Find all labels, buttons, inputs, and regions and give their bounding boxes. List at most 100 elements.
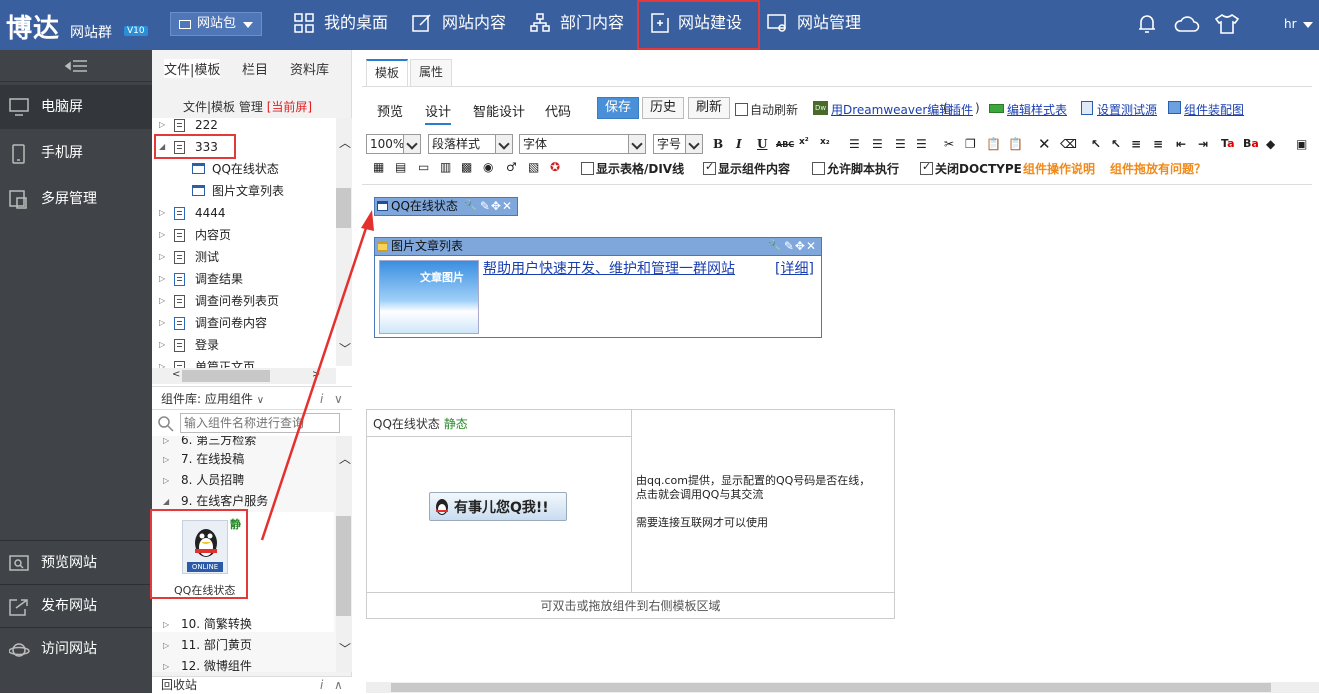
nav-my-desktop[interactable]: 我的桌面	[294, 0, 388, 50]
font-select[interactable]: 字体	[519, 134, 646, 154]
cut-icon[interactable]: ✂	[944, 137, 954, 151]
text-color-icon[interactable]: Ta	[1221, 137, 1235, 150]
copy-icon[interactable]: ❐	[965, 137, 976, 151]
tab-column[interactable]: 栏目	[242, 59, 268, 78]
tree-item[interactable]: ▷ 调查问卷列表页	[152, 290, 338, 312]
cloud-icon[interactable]	[1174, 13, 1200, 35]
nav-dept-content[interactable]: 部门内容	[530, 0, 624, 50]
article-more-link[interactable]: [详细]	[775, 258, 814, 278]
tree-item-qq-status[interactable]: QQ在线状态	[152, 158, 338, 180]
editor-h-scrollbar[interactable]	[366, 682, 1319, 693]
component-scrollbar[interactable]: ︿ ﹀	[336, 436, 352, 672]
image-icon[interactable]: ▣	[1296, 137, 1307, 151]
nav-site-manage[interactable]: 网站管理	[767, 0, 861, 50]
scroll-thumb[interactable]	[336, 188, 351, 228]
align-justify-icon[interactable]: ☰	[916, 137, 927, 151]
tree-item[interactable]: ▷ 登录	[152, 334, 338, 356]
underline-icon[interactable]: U	[757, 137, 767, 151]
component-drag-help-link[interactable]: 组件拖放有问题？	[1110, 160, 1206, 177]
insert-table-icon[interactable]: ▦	[373, 160, 384, 174]
mode-code[interactable]: 代码	[545, 101, 571, 120]
info-icon[interactable]: i	[320, 387, 323, 411]
sidebar-item-mobile-screen[interactable]: 手机屏	[0, 131, 152, 175]
scroll-thumb[interactable]	[336, 516, 351, 616]
chevron-up-icon[interactable]: ︿	[339, 134, 351, 151]
paste-text-icon[interactable]: 📋	[1008, 137, 1023, 151]
bold-icon[interactable]: B	[713, 137, 723, 151]
list-item[interactable]: ▷ 12. 微博组件	[152, 656, 338, 672]
chevron-up-icon[interactable]: ∧	[334, 677, 343, 694]
widget-tools[interactable]: 🔧✎✥✕	[768, 238, 817, 255]
pointer-icon[interactable]: ↖	[1091, 137, 1101, 151]
article-title-link[interactable]: 帮助用户快速开发、维护和管理一群网站	[483, 258, 735, 278]
sidebar-item-desktop-screen[interactable]: 电脑屏	[0, 85, 152, 129]
save-button[interactable]: 保存	[597, 97, 640, 119]
article-thumbnail[interactable]: 文章图片	[379, 260, 479, 334]
tree-item[interactable]: ▷ 测试	[152, 246, 338, 268]
bell-icon[interactable]	[1137, 13, 1157, 35]
history-button[interactable]: 历史	[642, 97, 685, 119]
sidebar-item-preview-site[interactable]: 预览网站	[0, 541, 152, 585]
insert-media-icon[interactable]: ▩	[461, 160, 472, 174]
tree-h-scrollbar[interactable]: < >	[152, 368, 336, 384]
italic-icon[interactable]: I	[736, 137, 742, 151]
tree-scrollbar[interactable]: ︿ ﹀	[336, 118, 352, 366]
widget-tools[interactable]: 🔧✎✥✕	[464, 198, 513, 215]
nav-site-build[interactable]: 网站建设	[637, 0, 760, 50]
sidebar-item-multi-screen[interactable]: 多屏管理	[0, 177, 152, 221]
align-center-icon[interactable]: ☰	[872, 137, 883, 151]
list-item[interactable]: ▷ 11. 部门黄页	[152, 635, 338, 656]
tree-item-image-list[interactable]: 图片文章列表	[152, 180, 338, 202]
user-name[interactable]: hr	[1284, 17, 1297, 31]
ordered-list-icon[interactable]: ≡	[1131, 137, 1141, 151]
superscript-icon[interactable]: x²	[799, 137, 809, 147]
set-test-source-link[interactable]: 设置测试源	[1097, 101, 1157, 118]
insert-special-icon[interactable]: ✪	[550, 160, 560, 174]
close-doctype-checkbox[interactable]: 关闭DOCTYPE	[920, 160, 1022, 177]
paragraph-style-select[interactable]: 段落样式	[428, 134, 513, 154]
font-size-select[interactable]: 字号	[653, 134, 703, 154]
component-map-link[interactable]: 组件装配图	[1184, 101, 1244, 118]
tree-item[interactable]: ▷ 4444	[152, 202, 338, 224]
insert-globe-icon[interactable]: ◉	[483, 160, 493, 174]
sidebar-item-publish-site[interactable]: 发布网站	[0, 584, 152, 628]
bg-color-icon[interactable]: Ba	[1243, 137, 1259, 150]
qq-status-widget[interactable]: QQ在线状态 🔧✎✥✕	[374, 197, 518, 216]
select-icon[interactable]: ↖	[1111, 137, 1121, 151]
chevron-down-icon[interactable]: ﹀	[339, 640, 351, 657]
show-table-lines-checkbox[interactable]: 显示表格/DIV线	[581, 160, 684, 177]
chevron-up-icon[interactable]: ︿	[339, 450, 351, 467]
dreamweaver-edit-link[interactable]: 用Dreamweaver编辑	[831, 101, 951, 118]
tree-item[interactable]: ▷ 调查问卷内容	[152, 312, 338, 334]
chevron-down-icon[interactable]: ∨	[334, 387, 343, 411]
mode-preview[interactable]: 预览	[377, 101, 403, 120]
fill-icon[interactable]: ◆	[1266, 137, 1275, 151]
outdent-icon[interactable]: ⇤	[1176, 137, 1186, 151]
unordered-list-icon[interactable]: ≡	[1153, 137, 1163, 151]
component-help-link[interactable]: 组件操作说明	[1023, 160, 1095, 177]
chevron-left-icon[interactable]: <	[172, 369, 180, 380]
tree-item[interactable]: ▷ 内容页	[152, 224, 338, 246]
paste-icon[interactable]: 📋	[986, 137, 1001, 151]
insert-link-icon[interactable]: ♂	[506, 160, 517, 174]
nav-site-content[interactable]: 网站内容	[412, 0, 506, 50]
tree-item[interactable]: ▷ 调查结果	[152, 268, 338, 290]
zoom-select[interactable]: 100%	[366, 134, 421, 154]
shirt-icon[interactable]	[1214, 13, 1240, 35]
list-item[interactable]: ▷ 10. 简繁转换	[152, 614, 338, 635]
tab-template[interactable]: 模板	[366, 59, 409, 87]
website-package-select[interactable]: 网站包	[170, 12, 262, 36]
tab-file-template[interactable]: 文件|模板	[164, 59, 221, 78]
list-item[interactable]: ▷ 8. 人员招聘	[152, 470, 338, 491]
sidebar-collapse-button[interactable]	[0, 50, 152, 82]
chevron-down-icon[interactable]	[1303, 22, 1313, 28]
mode-design[interactable]: 设计	[425, 101, 452, 125]
mode-smart-design[interactable]: 智能设计	[473, 101, 525, 120]
widget-title-bar[interactable]: 图片文章列表 🔧✎✥✕	[374, 237, 822, 256]
auto-refresh-checkbox[interactable]: 自动刷新	[735, 101, 798, 118]
plugin-link[interactable]: 插件	[949, 101, 973, 118]
chevron-right-icon[interactable]: >	[312, 369, 320, 380]
chevron-down-icon[interactable]: ﹀	[339, 340, 351, 357]
strikethrough-icon[interactable]: ABC	[776, 140, 794, 149]
sidebar-item-visit-site[interactable]: 访问网站	[0, 627, 152, 671]
